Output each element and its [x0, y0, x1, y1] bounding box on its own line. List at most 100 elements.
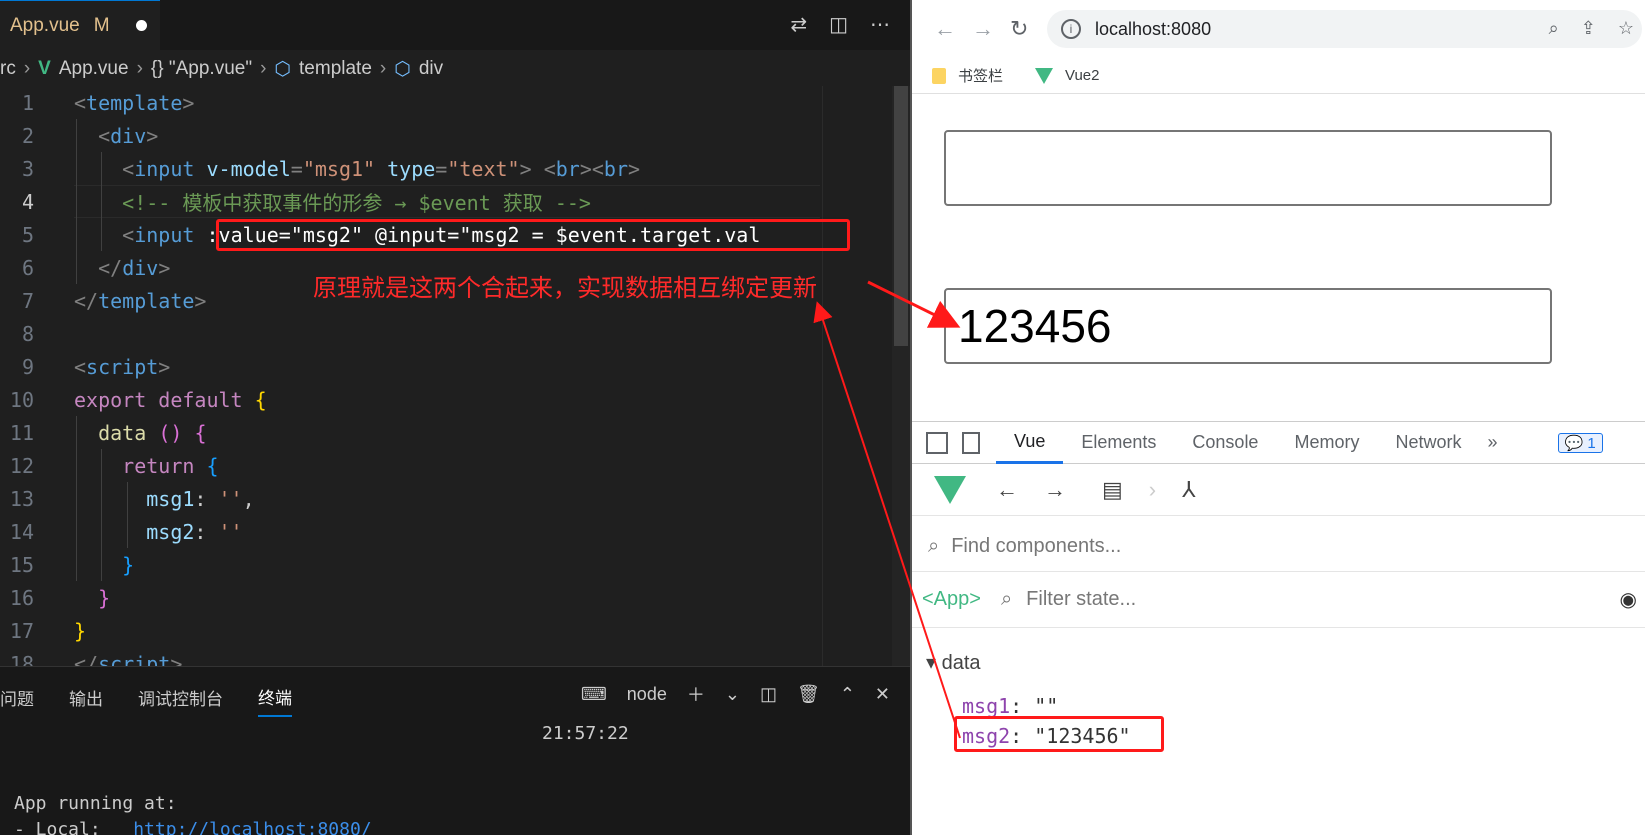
bookmark-folder[interactable]: 书签栏: [932, 65, 1003, 86]
back-icon[interactable]: ←: [934, 16, 956, 42]
code-comment: <!-- 模板中获取事件的形参 → $event 获取 -->: [122, 191, 591, 215]
filter-state-input[interactable]: Filter state...: [1026, 588, 1136, 611]
breadcrumb: rc › V App.vue › {} "App.vue" › ⬡ templa…: [0, 52, 910, 86]
more-tabs-icon[interactable]: »: [1479, 422, 1505, 464]
star-icon[interactable]: ☆: [1618, 18, 1634, 39]
more-actions-icon[interactable]: ⋯: [870, 12, 890, 37]
vue-devtools-toolbar: ← → ▤ › ⅄: [912, 464, 1645, 516]
tab-terminal[interactable]: 终端: [258, 678, 292, 717]
bookmark-vue2[interactable]: Vue2: [1035, 67, 1100, 84]
minimap[interactable]: [822, 86, 892, 666]
unsaved-dot-icon[interactable]: [135, 20, 147, 31]
devtools-tab-network[interactable]: Network: [1377, 422, 1479, 464]
panel-actions: ⌨ node ＋ ⌄ ◫ 🗑 ⌃ ✕: [581, 681, 890, 707]
panel-tabs: 问题 输出 调试控制台 终端: [0, 677, 327, 717]
tab-output[interactable]: 输出: [69, 679, 103, 716]
code-token: '': [218, 486, 243, 511]
code-area[interactable]: 1 <template> 2 <div> 3 <input v-model="m…: [0, 86, 820, 676]
devtools-tab-elements[interactable]: Elements: [1063, 422, 1174, 464]
forward-icon[interactable]: →: [972, 16, 994, 42]
editor-scrollbar[interactable]: [892, 86, 910, 666]
breadcrumb-src[interactable]: rc: [0, 58, 16, 80]
line-text: data () {: [98, 420, 207, 445]
new-terminal-icon[interactable]: ＋: [687, 681, 705, 707]
code-line: 1 <template>: [0, 86, 820, 119]
code-token: type: [387, 156, 436, 181]
terminal-shell-label[interactable]: node: [627, 684, 667, 705]
code-token: msg1: [146, 486, 195, 511]
line-text: }: [74, 618, 87, 643]
text-input-msg1[interactable]: [944, 130, 1552, 206]
terminal-text: - Local:: [14, 819, 134, 835]
devtools-tab-vue[interactable]: Vue: [996, 422, 1064, 464]
highlight-box-msg2: [954, 716, 1164, 752]
close-panel-icon[interactable]: ✕: [875, 684, 890, 705]
caret-down-icon[interactable]: ▾: [926, 652, 936, 674]
tab-debug-console[interactable]: 调试控制台: [138, 679, 223, 716]
info-icon[interactable]: i: [1061, 19, 1081, 39]
local-url-link[interactable]: http://localhost:8080/: [133, 819, 371, 835]
line-text: <input v-model="msg1" type="text"> <br><…: [122, 156, 641, 181]
breadcrumb-div[interactable]: div: [419, 58, 443, 80]
split-terminal-icon[interactable]: ◫: [760, 684, 777, 705]
share-icon[interactable]: ⇪: [1581, 18, 1596, 39]
scrollbar-thumb[interactable]: [894, 86, 908, 346]
screenshot-root: App.vue M ⇄ ◫ ⋯ rc › V App.vue › {} "App…: [0, 0, 1645, 835]
line-number: 6: [21, 255, 34, 280]
zoom-icon[interactable]: ⌕: [1549, 18, 1559, 39]
code-token: "msg1": [302, 156, 376, 181]
code-line: 16 }: [0, 581, 820, 614]
code-line: 17 }: [0, 614, 820, 647]
issues-badge[interactable]: 💬 1: [1557, 432, 1603, 453]
code-token: export: [74, 387, 147, 412]
devtools-tab-console[interactable]: Console: [1174, 422, 1276, 464]
eye-icon[interactable]: ◉: [1620, 587, 1637, 612]
vue-logo-icon: [1035, 67, 1054, 84]
line-text: export default {: [74, 387, 267, 412]
breadcrumb-template[interactable]: template: [299, 58, 372, 80]
prop-value: "": [1034, 694, 1059, 718]
breadcrumb-file[interactable]: App.vue: [59, 58, 129, 80]
line-text: }: [122, 552, 135, 577]
code-line: 13 msg1: '',: [0, 482, 820, 515]
line-number: 16: [9, 585, 34, 610]
code-token: msg2: [146, 519, 195, 544]
devtools-tab-memory[interactable]: Memory: [1276, 422, 1377, 464]
chevron-down-icon[interactable]: ⌄: [725, 684, 740, 705]
code-line: 2 <div>: [0, 119, 820, 152]
selected-component[interactable]: <App>: [922, 588, 981, 611]
data-section-header[interactable]: ▾ data: [926, 650, 981, 675]
editor-tab-app-vue[interactable]: App.vue M: [0, 0, 160, 50]
split-editor-icon[interactable]: ◫: [829, 12, 848, 37]
devtools-tabs: Vue Elements Console Memory Network » 💬 …: [912, 422, 1645, 464]
breadcrumb-module[interactable]: {} "App.vue": [151, 58, 252, 80]
vue-logo-icon: [934, 475, 966, 504]
terminal-timestamp: 21:57:22: [542, 723, 629, 744]
maximize-panel-icon[interactable]: ⌃: [840, 684, 855, 705]
address-bar[interactable]: i localhost:8080 ⌕ ⇪ ☆: [1047, 10, 1642, 48]
device-toolbar-icon[interactable]: [962, 431, 980, 454]
compare-changes-icon[interactable]: ⇄: [790, 12, 807, 37]
code-token: return: [122, 453, 195, 478]
tab-problems[interactable]: 问题: [0, 679, 34, 716]
components-tab-icon[interactable]: ▤: [1102, 477, 1123, 503]
editor-tab-bar: App.vue M ⇄ ◫ ⋯: [0, 0, 910, 50]
find-components-input[interactable]: Find components...: [951, 535, 1121, 558]
code-line: 15 }: [0, 548, 820, 581]
text-input-msg2[interactable]: 123456: [944, 288, 1552, 364]
line-text: }: [98, 585, 111, 610]
trash-icon[interactable]: 🗑: [797, 684, 820, 705]
state-prop-msg1[interactable]: msg1: "": [962, 694, 1058, 718]
inspect-element-icon[interactable]: [926, 431, 948, 454]
back-icon[interactable]: ←: [996, 477, 1018, 503]
browser-toolbar: ← → ↻ i localhost:8080 ⌕ ⇪ ☆: [912, 0, 1645, 58]
line-text: <!-- 模板中获取事件的形参 → $event 获取 -->: [74, 187, 591, 216]
component-tree-icon[interactable]: ⅄: [1182, 477, 1195, 503]
issues-count: 1: [1587, 434, 1596, 452]
line-number: 9: [21, 354, 34, 379]
reload-icon[interactable]: ↻: [1010, 16, 1028, 42]
terminal-line: - Local: http://localhost:8080/: [14, 819, 372, 835]
find-components-row[interactable]: ⌕ Find components...: [912, 522, 1645, 572]
forward-icon[interactable]: →: [1044, 477, 1066, 503]
cube-icon: ⬡: [274, 58, 292, 80]
